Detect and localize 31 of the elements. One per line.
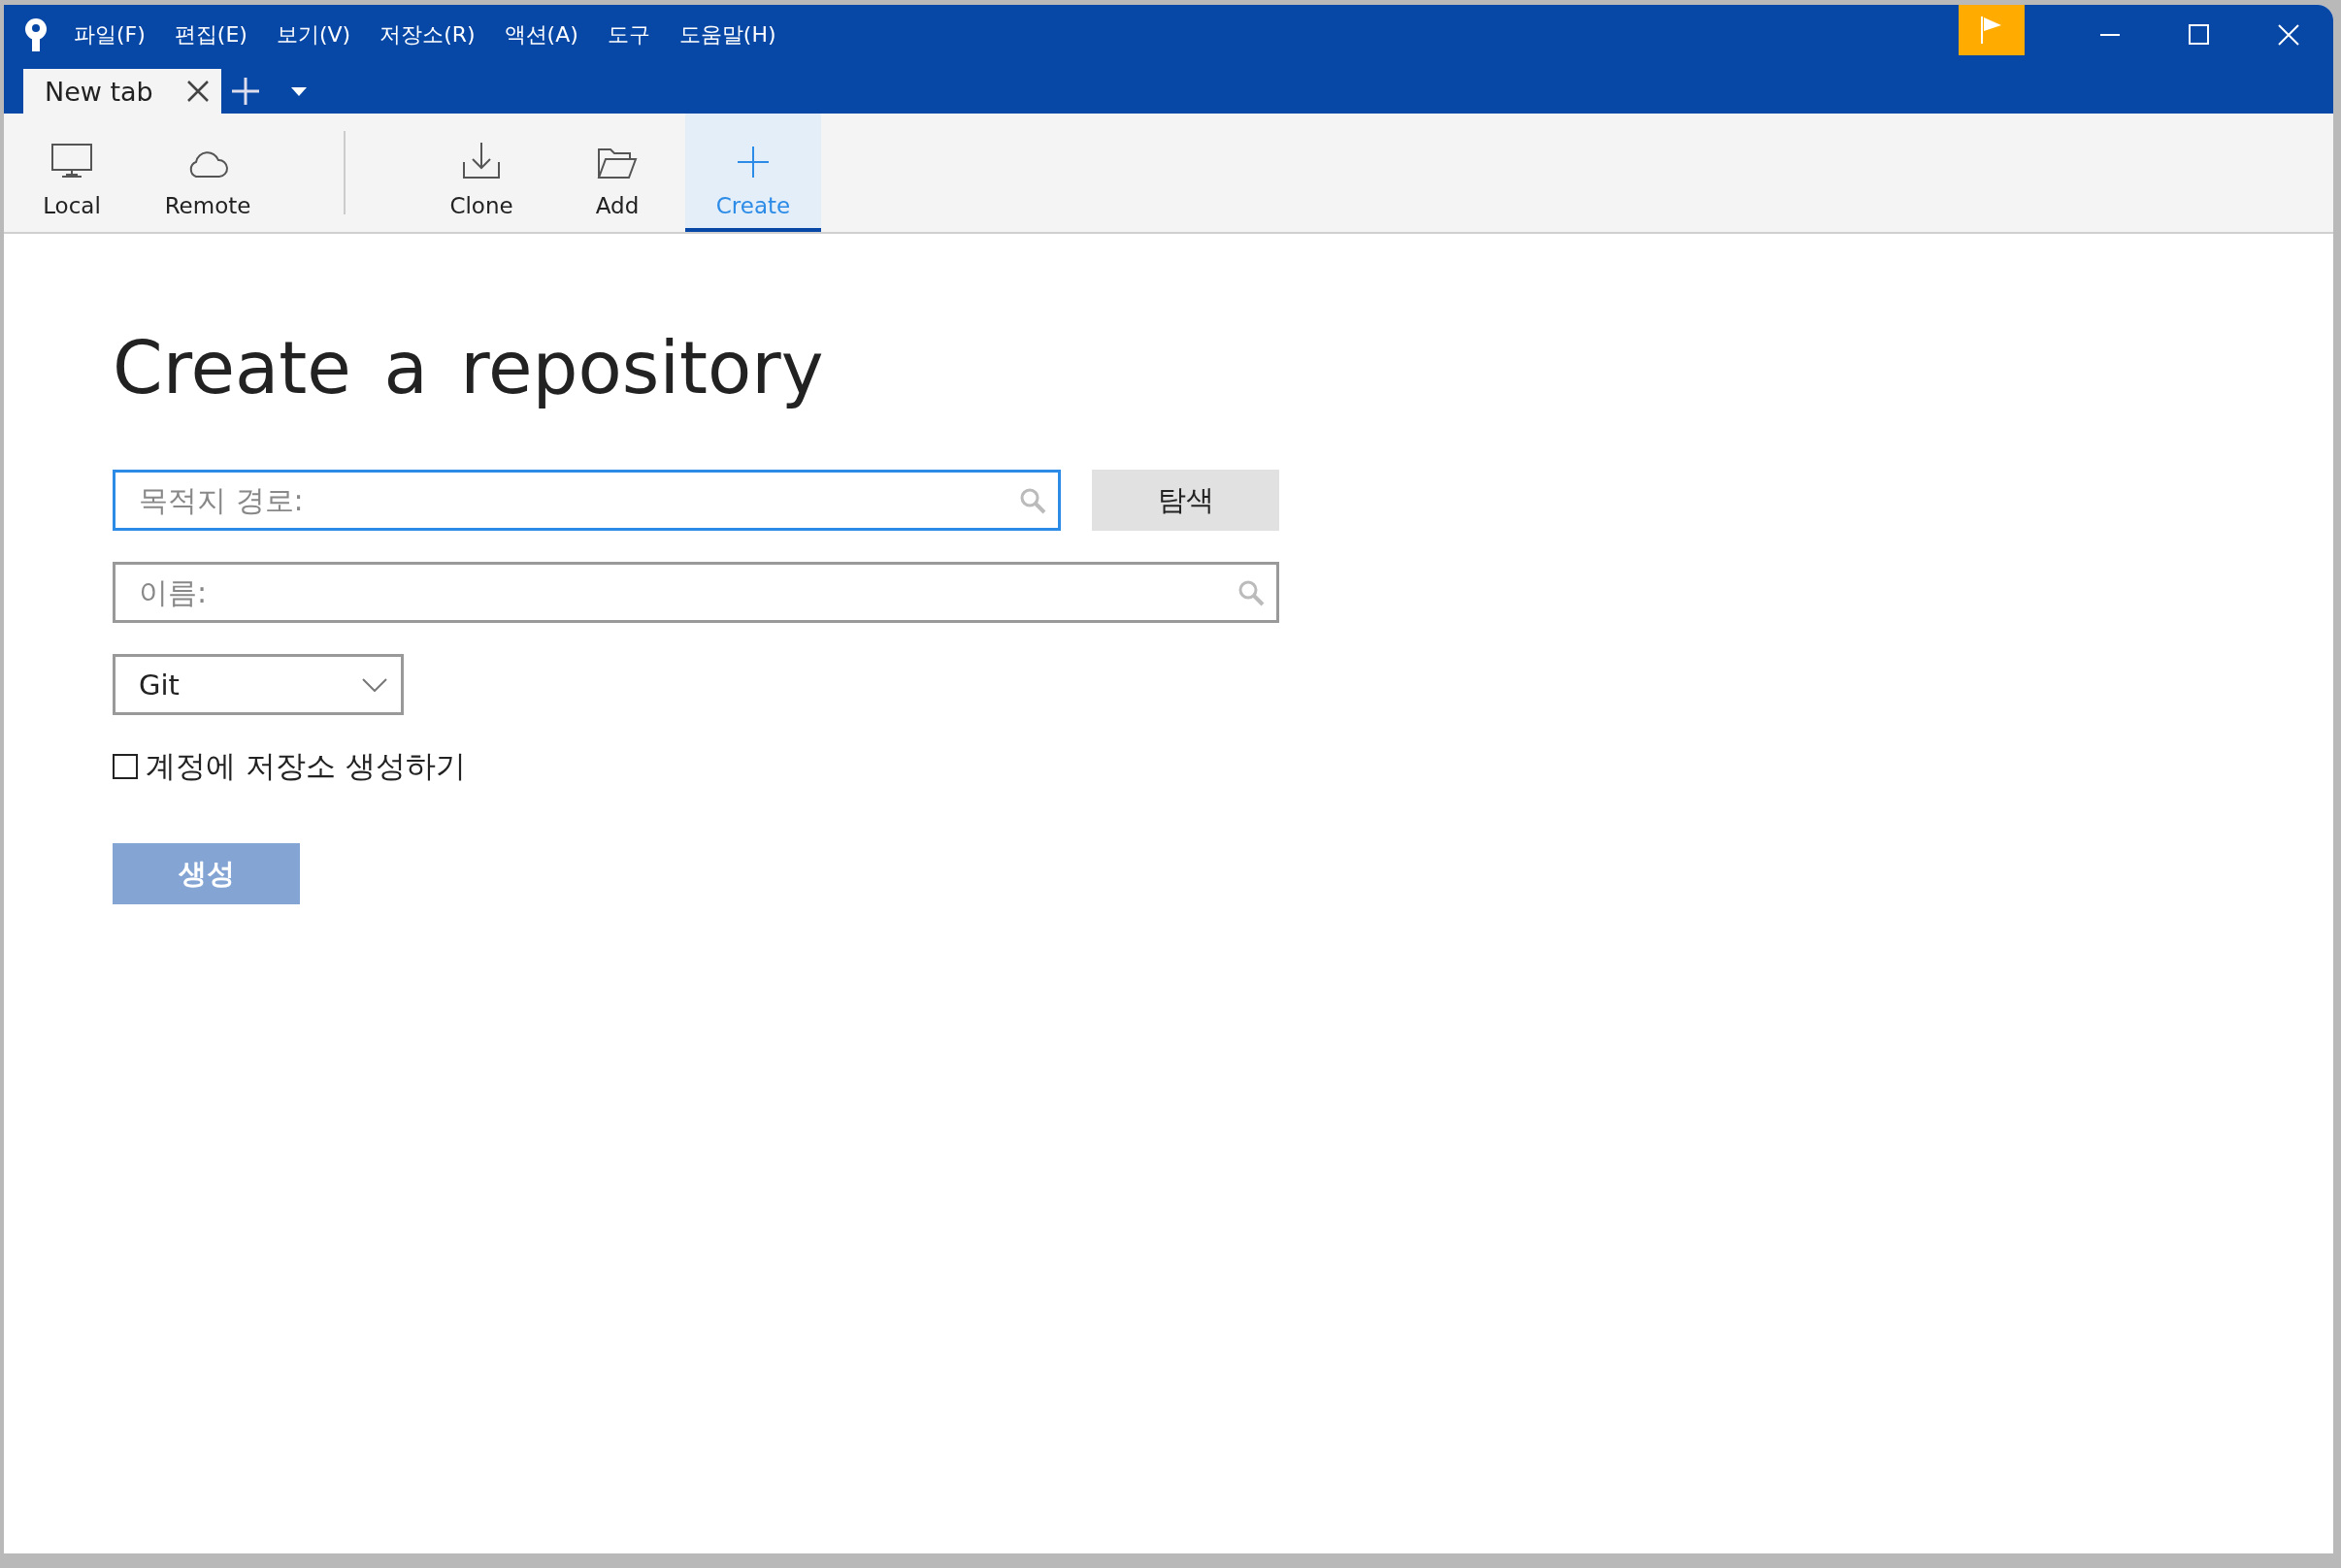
menu-item[interactable]: 도구 bbox=[607, 20, 650, 49]
menu-item[interactable]: 액션(A) bbox=[504, 20, 578, 49]
toolbar-button[interactable]: Clone bbox=[413, 114, 549, 232]
app-logo-icon bbox=[23, 17, 49, 52]
checkbox[interactable] bbox=[113, 754, 138, 779]
plus-icon bbox=[736, 145, 771, 180]
toolbar-button[interactable]: Add bbox=[549, 114, 685, 232]
monitor-icon bbox=[50, 143, 93, 180]
menu-item[interactable]: 보기(V) bbox=[276, 20, 351, 49]
page-heading: Create a repository bbox=[113, 326, 824, 409]
tab[interactable]: New tab bbox=[23, 69, 221, 114]
chevron-down-icon bbox=[362, 677, 387, 692]
name-field[interactable]: 이름: bbox=[113, 562, 1279, 623]
menu-item[interactable]: 편집(E) bbox=[174, 20, 247, 49]
minimize-icon bbox=[2100, 33, 2120, 37]
folder-icon bbox=[597, 147, 638, 180]
toolbar-button[interactable]: Local bbox=[4, 114, 140, 232]
download-icon bbox=[461, 141, 502, 180]
toolbar-button[interactable]: Remote bbox=[140, 114, 276, 232]
search-icon bbox=[1018, 486, 1047, 515]
browse-button[interactable]: 탐색 bbox=[1092, 470, 1279, 531]
maximize-icon bbox=[2189, 24, 2210, 46]
checkbox-label: 계정에 저장소 생성하기 bbox=[146, 747, 466, 785]
close-tab-icon[interactable] bbox=[185, 80, 210, 103]
menu-item[interactable]: 파일(F) bbox=[74, 20, 146, 49]
menu-item[interactable]: 저장소(R) bbox=[379, 20, 476, 49]
menu-item[interactable]: 도움말(H) bbox=[678, 20, 776, 49]
destination-path-field[interactable]: 목적지 경로: bbox=[113, 470, 1061, 531]
search-icon bbox=[1236, 578, 1266, 607]
close-icon bbox=[2278, 24, 2299, 46]
vcs-dropdown[interactable]: Git bbox=[113, 654, 404, 715]
